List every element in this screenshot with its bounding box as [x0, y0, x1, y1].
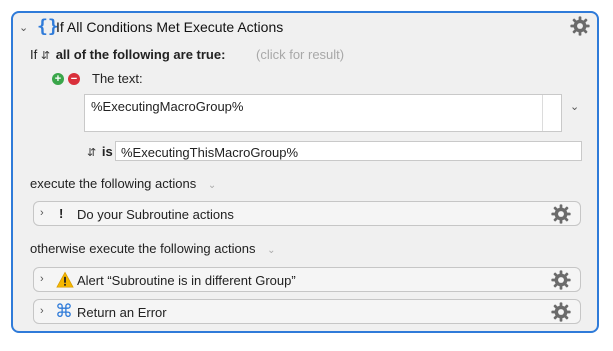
remove-condition-icon[interactable]: −	[68, 73, 80, 85]
warning-triangle-icon	[56, 271, 74, 288]
gear-icon[interactable]	[550, 269, 572, 291]
action-row-alert[interactable]: › Alert “Subroutine is in different Grou…	[33, 267, 581, 292]
action-row-return-error[interactable]: › ⌘ Return an Error	[33, 299, 581, 324]
else-section-label[interactable]: otherwise execute the following actions …	[30, 241, 275, 256]
updown-arrows-icon[interactable]: ⇵	[41, 49, 50, 62]
condition-match-row: If ⇵ all of the following are true:	[30, 47, 225, 62]
action-title: If All Conditions Met Execute Actions	[56, 19, 284, 35]
action-label: Alert “Subroutine is in different Group”	[77, 273, 296, 288]
command-key-icon: ⌘	[55, 301, 73, 322]
action-label: Do your Subroutine actions	[77, 207, 234, 222]
collapse-chevron-icon[interactable]: ⌄	[19, 21, 28, 34]
result-hint[interactable]: (click for result)	[256, 47, 344, 62]
else-chevron-icon: ⌄	[267, 245, 276, 256]
gear-icon[interactable]	[550, 203, 572, 225]
expand-chevron-icon[interactable]: ›	[40, 207, 44, 219]
gear-icon[interactable]	[550, 301, 572, 323]
condition-type-label: The text:	[92, 71, 143, 86]
compare-value-text: %ExecutingThisMacroGroup%	[121, 145, 299, 160]
if-label: If	[30, 47, 38, 62]
condition-text-field[interactable]: %ExecutingMacroGroup%	[84, 94, 562, 132]
action-label: Return an Error	[77, 305, 167, 320]
text-field-scrollbar[interactable]	[542, 95, 543, 131]
exclamation-icon: !	[59, 206, 64, 221]
then-label-text: execute the following actions	[30, 176, 197, 191]
operator-popup[interactable]: ⇵ is	[87, 144, 113, 159]
condition-text-value: %ExecutingMacroGroup%	[91, 99, 244, 114]
else-label-text: otherwise execute the following actions	[30, 241, 256, 256]
updown-arrows-icon: ⇵	[87, 147, 97, 159]
action-header: ⌄ {} If All Conditions Met Execute Actio…	[13, 13, 597, 41]
action-row-subroutine[interactable]: › ! Do your Subroutine actions	[33, 201, 581, 226]
then-section-label[interactable]: execute the following actions ⌄	[30, 176, 216, 191]
text-options-chevron-icon[interactable]: ⌄	[570, 100, 579, 113]
compare-value-field[interactable]: %ExecutingThisMacroGroup%	[115, 141, 582, 161]
operator-label: is	[101, 144, 113, 159]
match-mode-popup[interactable]: all of the following are true:	[56, 47, 226, 62]
add-condition-icon[interactable]: +	[52, 73, 64, 85]
expand-chevron-icon[interactable]: ›	[40, 305, 44, 317]
gear-icon[interactable]	[569, 15, 591, 37]
expand-chevron-icon[interactable]: ›	[40, 273, 44, 285]
then-chevron-icon: ⌄	[207, 180, 217, 191]
if-action-container: ⌄ {} If All Conditions Met Execute Actio…	[11, 11, 599, 333]
